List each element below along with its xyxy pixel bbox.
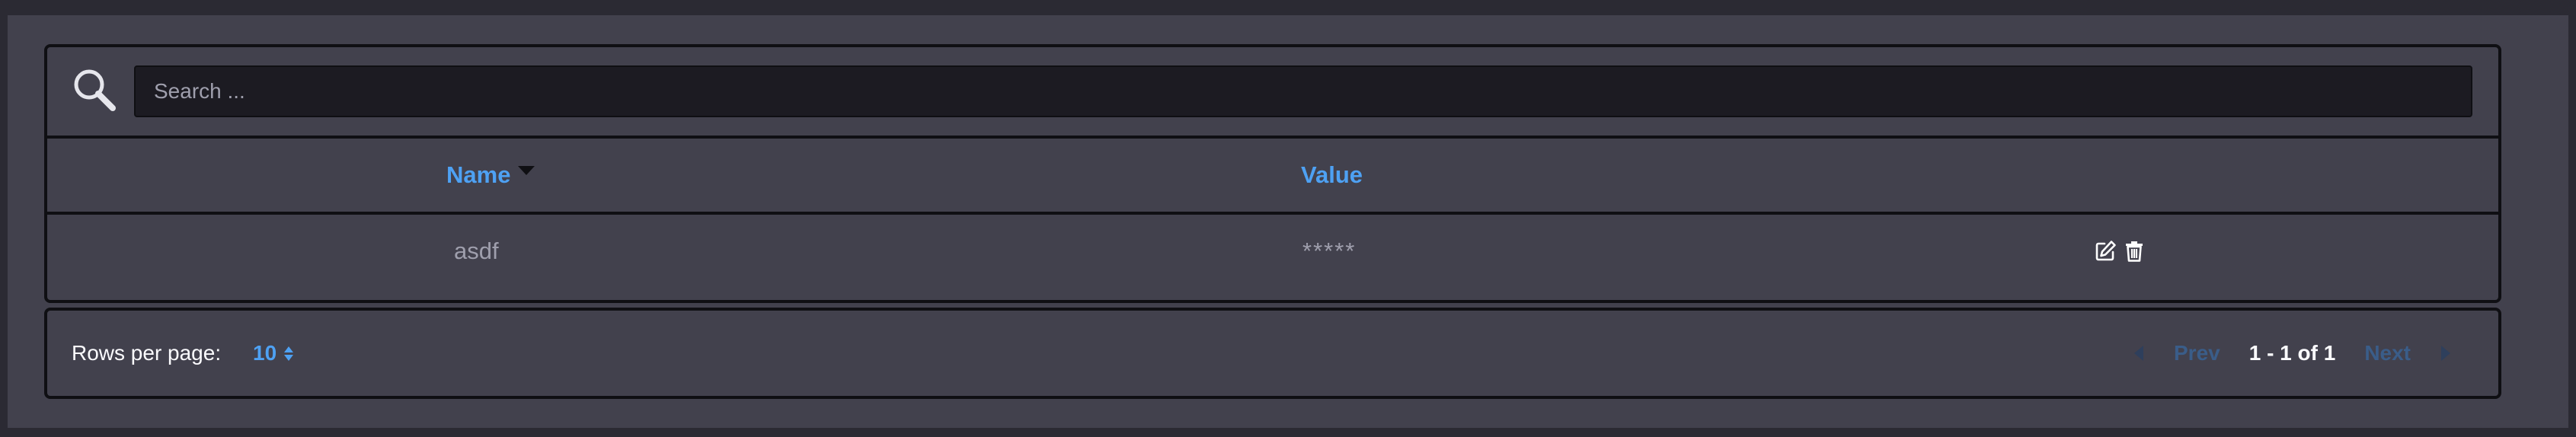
- row-actions: [2093, 238, 2146, 265]
- pagination-bar: Rows per page: 10 Prev 1 - 1 of 1 Next: [44, 308, 2501, 399]
- table-row: asdf *****: [47, 215, 2498, 300]
- chevron-right-icon[interactable]: [2441, 346, 2451, 361]
- chevron-left-icon[interactable]: [2134, 346, 2143, 361]
- edit-icon[interactable]: [2093, 239, 2117, 263]
- next-button[interactable]: Next: [2364, 341, 2411, 365]
- search-input[interactable]: [134, 65, 2472, 117]
- column-header-value-label: Value: [1301, 161, 1363, 188]
- page-info: 1 - 1 of 1: [2248, 341, 2336, 365]
- column-header-value[interactable]: Value: [1301, 139, 1363, 212]
- column-header-name-label: Name: [446, 161, 511, 188]
- rows-per-page-select[interactable]: 10: [253, 311, 294, 396]
- cell-name: asdf: [454, 238, 499, 264]
- cell-value: *****: [1302, 238, 1357, 264]
- prev-button[interactable]: Prev: [2174, 341, 2220, 365]
- data-table: Name Value asdf *****: [44, 44, 2501, 303]
- search-icon: [74, 69, 116, 111]
- column-header-name[interactable]: Name: [446, 139, 535, 212]
- main-panel: Name Value asdf *****: [8, 15, 2568, 428]
- caret-down-icon: [518, 166, 535, 175]
- search-bar: [47, 47, 2498, 139]
- sort-updown-icon: [284, 346, 294, 361]
- trash-icon[interactable]: [2122, 239, 2146, 263]
- rows-per-page-value: 10: [253, 341, 277, 365]
- pagination-controls: Prev 1 - 1 of 1 Next: [2134, 311, 2451, 396]
- table-header: Name Value: [47, 139, 2498, 215]
- rows-per-page-label: Rows per page:: [72, 341, 222, 365]
